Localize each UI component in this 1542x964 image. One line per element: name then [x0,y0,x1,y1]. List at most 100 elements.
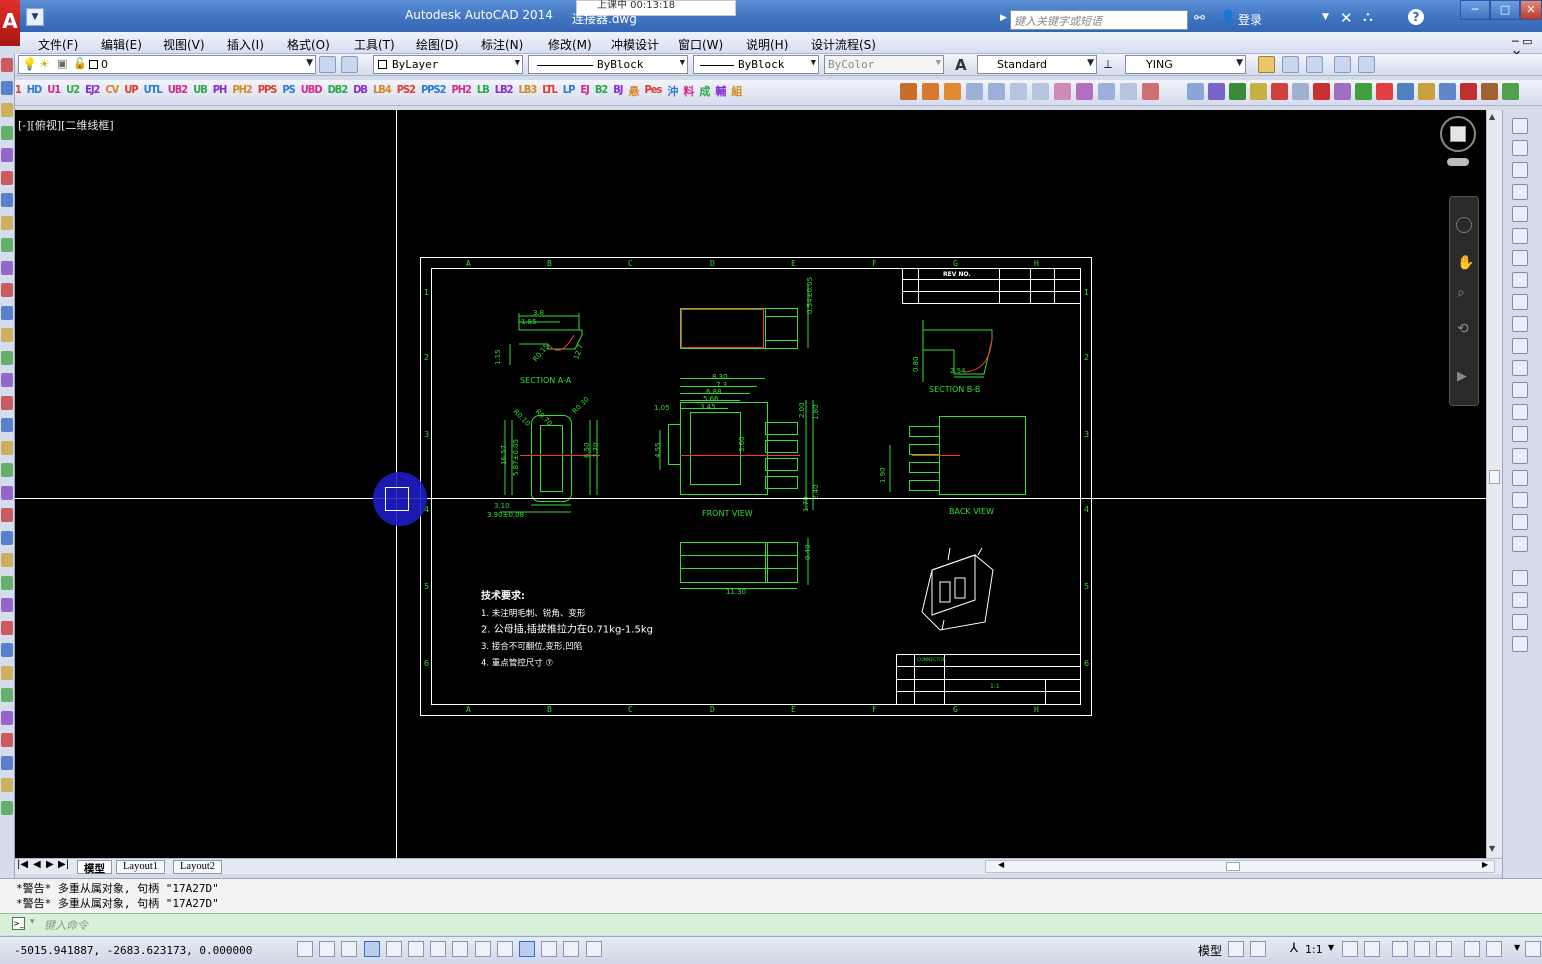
command-prompt-icon[interactable]: >_ [12,917,25,930]
showmotion-icon[interactable]: ▶ [1457,369,1467,384]
ortho-mode-icon[interactable] [363,941,380,957]
grid-display-icon[interactable] [341,941,358,957]
steering-wheel-icon[interactable] [1456,217,1472,233]
scroll-right-icon[interactable]: ▶ [1482,860,1488,869]
3d-osnap-icon[interactable] [430,941,447,957]
zone-row-label: 6 [1084,659,1089,668]
tab-last-icon[interactable]: ▶| [58,859,69,870]
vertical-scroll-thumb[interactable] [1489,470,1500,484]
copy-icon[interactable] [1512,140,1528,156]
mirror-icon[interactable] [1512,162,1528,178]
drawing-label: 1.15 [494,349,502,365]
lineweight-icon[interactable] [519,941,535,957]
erase-icon[interactable] [1512,118,1528,134]
section-b-title: SECTION B-B [929,385,980,394]
status-menu-icon[interactable]: ▼ [1514,943,1520,952]
extend-icon[interactable] [1512,338,1528,354]
zoom-icon[interactable]: ⌕ [1457,285,1465,301]
rotate-icon[interactable] [1512,250,1528,266]
scroll-down-icon[interactable]: ▼ [1489,844,1495,853]
tab-next-icon[interactable]: ▶ [46,859,54,870]
drawing-svg: AABBCCDDEEFFGGHH1 12 23 34 45 56 6REV NO.SECTI… [15,110,1486,858]
move-icon[interactable] [1512,228,1528,244]
orbit-icon[interactable]: ⟲ [1457,321,1469,337]
scroll-left-icon[interactable]: ◀ [998,860,1004,869]
draw-order-back-icon[interactable] [1512,592,1528,608]
join-icon[interactable] [1512,382,1528,398]
annotation-visibility-icon[interactable] [1342,941,1358,957]
clean-screen-icon[interactable] [1525,941,1541,957]
model-space-button[interactable]: 模型 [1198,942,1222,959]
command-history-line: *警告* 多重从属对象, 句柄 "17A27D" [16,882,219,895]
note-line: 4. 重点管控尺寸 ⑦ [481,658,553,669]
object-snap-tracking-icon[interactable] [452,941,469,957]
annotation-scale-icon[interactable]: ⅄ [1290,941,1298,956]
break-icon[interactable] [1512,360,1528,376]
chevron-down-icon[interactable]: ▼ [1328,943,1334,952]
zone-column-label: C [628,705,633,714]
edit-icon[interactable] [1512,492,1528,508]
annotation-scale-value[interactable]: 1:1 [1305,943,1323,956]
text-icon[interactable] [1512,514,1528,530]
zone-column-label: B [547,705,552,714]
blend-icon[interactable] [1512,448,1528,464]
drawing-label: 2.40 [812,484,820,500]
drawing-label: 12.7 [572,343,585,360]
bottom-view-body [680,542,768,583]
tab-model[interactable]: 模型 [77,860,112,875]
drawing-label: 3.45 [700,403,716,411]
drawing-label: 5.66 [703,395,719,403]
auto-scale-icon[interactable] [1364,941,1380,957]
send-under-icon[interactable] [1512,636,1528,652]
command-input[interactable]: 键入命令 [44,917,88,933]
array-icon[interactable] [1512,206,1528,222]
note-line: 3. 接合不可翻位,变形,凹陷 [481,641,582,652]
bring-above-icon[interactable] [1512,614,1528,630]
coordinates-readout[interactable]: -5015.941887, -2683.623173, 0.000000 [14,944,252,957]
zone-row-label: 4 [1084,505,1089,514]
transparency-icon[interactable] [541,941,558,957]
dynamic-input-icon[interactable] [496,941,513,957]
infer-constraints-icon[interactable] [297,941,313,957]
chamfer-icon[interactable] [1512,404,1528,420]
isolate-objects-icon[interactable] [1464,941,1480,957]
filter-icon[interactable] [1512,536,1528,552]
isometric-view [921,547,994,631]
trim-icon[interactable] [1512,316,1528,332]
draw-order-front-icon[interactable] [1512,570,1528,586]
lightbulb-icon[interactable] [1486,941,1502,957]
workspace-gear-icon[interactable] [1392,941,1408,957]
drawing-label: 2.00 [798,402,806,418]
scale-icon[interactable] [1512,272,1528,288]
quick-view-drawings-icon[interactable] [1250,941,1266,957]
horizontal-scroll-thumb[interactable] [1226,862,1240,871]
selection-cycling-icon[interactable] [585,941,602,957]
drawing-label: 2.54 [950,367,966,375]
vertical-scrollbar[interactable]: ▲ ▼ [1486,110,1502,858]
navigation-bar: ✋ ⌕ ⟲ ▶ [1449,196,1479,406]
tab-layout2[interactable]: Layout2 [173,860,222,874]
quick-view-layouts-icon[interactable] [1228,941,1244,957]
polar-tracking-icon[interactable] [385,941,402,957]
offset-icon[interactable] [1512,184,1528,200]
toolbar-lock-icon[interactable] [1414,941,1430,957]
hardware-acceleration-icon[interactable] [1436,941,1452,957]
tab-layout1[interactable]: Layout1 [116,860,165,874]
dynamic-ucs-icon[interactable] [474,941,491,957]
explode-icon[interactable] [1512,470,1528,486]
stretch-icon[interactable] [1512,294,1528,310]
snap-mode-icon[interactable] [319,941,336,957]
tab-first-icon[interactable]: |◀ [17,859,28,870]
scroll-up-icon[interactable]: ▲ [1489,112,1495,121]
recent-commands-icon[interactable]: ▾ [30,917,35,927]
wcs-menu[interactable] [1447,158,1469,166]
tab-prev-icon[interactable]: ◀ [33,859,41,870]
zone-column-label: C [628,259,633,268]
fillet-icon[interactable] [1512,426,1528,442]
zone-row-label: 2 [424,353,429,362]
pan-icon[interactable]: ✋ [1457,255,1474,271]
horizontal-scrollbar[interactable]: ◀ ▶ [985,860,1495,873]
object-snap-icon[interactable] [408,941,424,957]
viewcube-face[interactable] [1450,126,1466,142]
quick-properties-icon[interactable] [563,941,580,957]
